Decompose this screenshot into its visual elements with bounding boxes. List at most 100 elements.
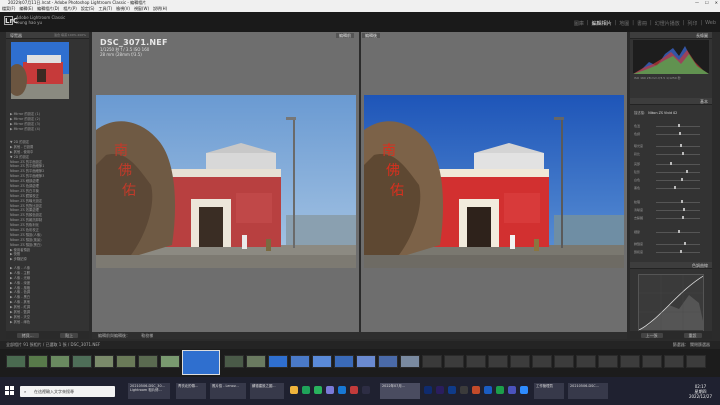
before-after-label[interactable]: 編輯前與編輯後： — [98, 333, 130, 338]
filter-dropdown[interactable]: 關閉篩選器 — [690, 342, 710, 347]
slider-dehaze[interactable]: 去朦朧 — [634, 216, 708, 220]
module-print[interactable]: 列印 — [687, 20, 697, 27]
filmstrip-thumb[interactable] — [378, 355, 398, 368]
filmstrip-thumb[interactable] — [356, 355, 376, 368]
taskbar-search-input[interactable]: ⌕ 在這裡輸入文字來搜尋 — [20, 386, 115, 397]
filmstrip-thumb[interactable] — [138, 355, 158, 368]
filmstrip-source[interactable]: 全部相片 91 張相片 / 已選取 1 張 / DSC_3071.NEF — [6, 342, 100, 347]
slider-vibrance[interactable]: 鮮豔度 — [634, 242, 708, 246]
filmstrip-thumb[interactable] — [116, 355, 136, 368]
premiere-icon[interactable] — [436, 386, 444, 394]
taskbar-app-viewer[interactable]: 照片檢 - Lenov... — [210, 383, 246, 399]
tone-curve-graph[interactable] — [638, 274, 704, 339]
word-icon[interactable] — [484, 386, 492, 394]
windows-start-icon[interactable] — [5, 386, 14, 395]
chrome-icon[interactable] — [302, 386, 310, 394]
filmstrip-thumb[interactable] — [312, 355, 332, 368]
filmstrip-thumb[interactable] — [620, 355, 640, 368]
navigator-preview[interactable] — [11, 42, 69, 99]
module-book[interactable]: 書冊 — [637, 20, 647, 27]
filmstrip-thumb[interactable] — [50, 355, 70, 368]
terminal-icon[interactable] — [460, 386, 468, 394]
taskbar-app-taskmgr[interactable]: 工作管理員 — [534, 383, 564, 399]
taskbar-app-doc[interactable]: 蘇德建設之圖... — [250, 383, 284, 399]
filmstrip-thumb[interactable] — [664, 355, 684, 368]
slider-saturation[interactable]: 飽和度 — [634, 250, 708, 254]
filmstrip-thumb[interactable] — [268, 355, 288, 368]
slider-exposure[interactable]: 曝光度 — [634, 144, 708, 148]
slider-shadows[interactable]: 陰影 — [634, 170, 708, 174]
module-slideshow[interactable]: 幻燈片播放 — [655, 20, 680, 27]
taskbar-app-photo-1[interactable]: 20210506-DSC_30... Lightroom 相片修... — [128, 383, 170, 399]
previous-button[interactable]: 上一張 — [640, 332, 663, 338]
slider-whites[interactable]: 白色 — [634, 178, 708, 182]
zoom-icon[interactable] — [520, 386, 528, 394]
filmstrip-thumb[interactable] — [160, 355, 180, 368]
filmstrip-thumb[interactable] — [598, 355, 618, 368]
tree-item[interactable]: ▶ 其他 - 綠色 — [10, 320, 86, 325]
soft-proof-toggle[interactable]: 軟校樣 — [141, 333, 153, 338]
filmstrip-thumb[interactable] — [444, 355, 464, 368]
filmstrip-thumb[interactable] — [6, 355, 26, 368]
filmstrip-thumb[interactable] — [642, 355, 662, 368]
slider-contrast[interactable]: 對比 — [634, 152, 708, 156]
filmstrip-thumb[interactable] — [466, 355, 486, 368]
histogram[interactable] — [633, 40, 709, 74]
copy-settings-button[interactable]: 拷貝... — [16, 332, 39, 338]
filmstrip-thumb[interactable] — [686, 355, 706, 368]
module-web[interactable]: Web — [705, 20, 716, 27]
before-photo[interactable]: 南 佛 佑 — [96, 95, 356, 268]
navigator-header[interactable]: 導覽器 適合 填滿 100% 200% — [6, 32, 89, 39]
lightroom-icon[interactable] — [448, 386, 456, 394]
slider-blacks[interactable]: 黑色 — [634, 186, 708, 190]
slider-clarity[interactable]: 清晰度 — [634, 208, 708, 212]
photoshop-icon[interactable] — [424, 386, 432, 394]
filmstrip-thumb[interactable] — [532, 355, 552, 368]
system-clock[interactable]: 02:17 星期四 2022/12/27 — [689, 384, 712, 399]
tree-item[interactable]: ▶ Mirror 的設定 (4) — [10, 127, 86, 132]
filmstrip-thumb[interactable] — [422, 355, 442, 368]
filmstrip-thumb[interactable] — [576, 355, 596, 368]
edge-icon[interactable] — [338, 386, 346, 394]
filmstrip-thumb[interactable] — [488, 355, 508, 368]
taskbar-app-browser[interactable]: 青衣北的傳... — [176, 383, 206, 399]
filmstrip-thumb[interactable] — [554, 355, 574, 368]
filmstrip-thumb[interactable] — [224, 355, 244, 368]
paste-settings-button[interactable]: 貼上 — [60, 332, 79, 338]
filmstrip-thumb[interactable] — [290, 355, 310, 368]
taskbar-app-photo-2[interactable]: 20210506-DSC... — [568, 383, 608, 399]
media-icon[interactable] — [362, 386, 370, 394]
slider-highlights[interactable]: 亮部 — [634, 162, 708, 166]
module-develop[interactable]: 編輯相片 — [592, 20, 612, 27]
filmstrip-thumb[interactable] — [72, 355, 92, 368]
filmstrip-thumb[interactable] — [334, 355, 354, 368]
tree-item[interactable]: ▶ 步驟記錄 — [10, 257, 86, 262]
module-map[interactable]: 地圖 — [619, 20, 629, 27]
filmstrip-thumb[interactable] — [94, 355, 114, 368]
module-library[interactable]: 圖庫 — [574, 20, 584, 27]
spotify-icon[interactable] — [314, 386, 322, 394]
basic-header[interactable]: 基本 — [630, 98, 712, 105]
histogram-header[interactable]: 長條圖 — [630, 32, 712, 39]
teams-icon[interactable] — [508, 386, 516, 394]
slider-detail[interactable]: 細節 — [634, 230, 708, 234]
filmstrip-thumb[interactable] — [400, 355, 420, 368]
taskbar-app-lightroom[interactable]: 2022年07月... — [380, 383, 420, 399]
whatsapp-icon[interactable] — [496, 386, 504, 394]
slider-texture[interactable]: 紋理 — [634, 200, 708, 204]
filmstrip-thumb-selected[interactable] — [182, 350, 220, 375]
filmstrip-thumb[interactable] — [28, 355, 48, 368]
tone-curve-header[interactable]: 色調曲線 — [630, 262, 712, 269]
mail-icon[interactable] — [350, 386, 358, 394]
folder-icon[interactable] — [290, 386, 298, 394]
office-icon[interactable] — [472, 386, 480, 394]
app-icon[interactable] — [326, 386, 334, 394]
slider-tint[interactable]: 色調 — [634, 132, 708, 136]
develop-canvas[interactable]: DSC_3071.NEF 1/1250 秒 f / 3.5 ISO 160 28… — [92, 32, 627, 332]
profile-dropdown[interactable]: Nikon ZS Vivid 02 — [648, 111, 677, 115]
filmstrip-thumb[interactable] — [510, 355, 530, 368]
slider-temp[interactable]: 色溫 — [634, 124, 708, 128]
reset-button[interactable]: 重設 — [683, 332, 702, 338]
after-photo[interactable]: 南 佛 佑 — [364, 95, 624, 268]
filmstrip[interactable] — [0, 349, 720, 377]
